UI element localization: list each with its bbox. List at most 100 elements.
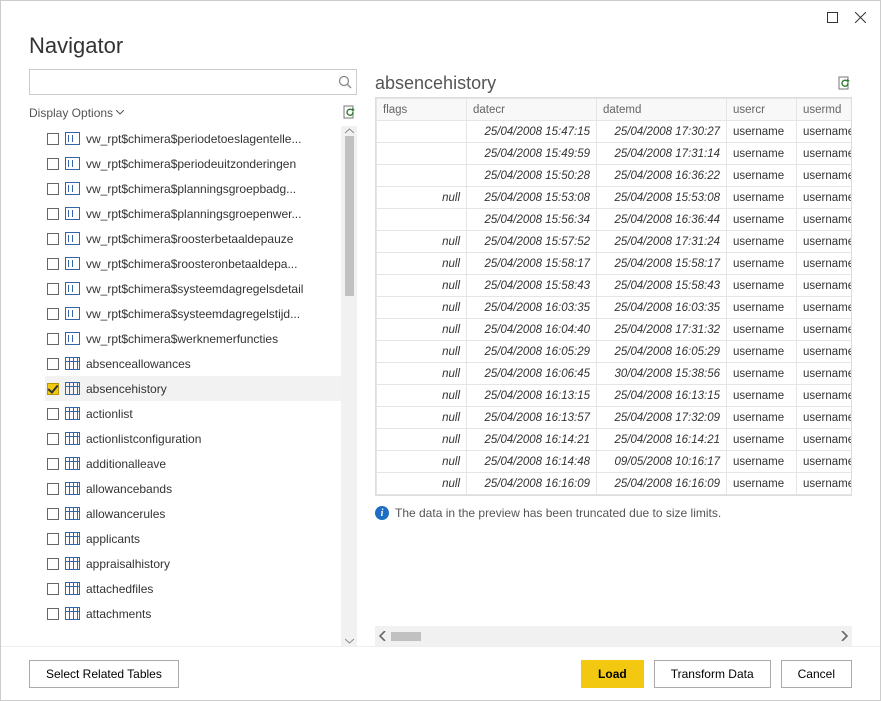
checkbox[interactable] xyxy=(47,233,59,245)
table-row[interactable]: null25/04/2008 16:13:5725/04/2008 17:32:… xyxy=(377,407,853,429)
tree-item[interactable]: actionlist xyxy=(45,401,341,426)
display-options-dropdown[interactable]: Display Options xyxy=(29,106,124,120)
tree-item[interactable]: additionalleave xyxy=(45,451,341,476)
preview-title: absencehistory xyxy=(375,73,496,94)
checkbox[interactable] xyxy=(47,408,59,420)
table-row[interactable]: null25/04/2008 15:53:0825/04/2008 15:53:… xyxy=(377,187,853,209)
load-button[interactable]: Load xyxy=(581,660,644,688)
table-row[interactable]: null25/04/2008 16:05:2925/04/2008 16:05:… xyxy=(377,341,853,363)
tree-item[interactable]: vw_rpt$chimera$planningsgroepbadg... xyxy=(45,176,341,201)
transform-data-button[interactable]: Transform Data xyxy=(654,660,771,688)
tree-item[interactable]: vw_rpt$chimera$systeemdagregelsdetail xyxy=(45,276,341,301)
search-box[interactable] xyxy=(29,69,357,95)
horizontal-scrollbar[interactable] xyxy=(375,626,852,646)
cell-usermd: username xyxy=(797,143,853,165)
preview-pane: absencehistory flagsdatecrdatemdusercrus… xyxy=(375,69,852,646)
scroll-down-icon[interactable] xyxy=(345,638,354,644)
scroll-right-icon[interactable] xyxy=(840,631,848,641)
checkbox[interactable] xyxy=(47,383,59,395)
cancel-button[interactable]: Cancel xyxy=(781,660,852,688)
table-row[interactable]: null25/04/2008 15:58:4325/04/2008 15:58:… xyxy=(377,275,853,297)
checkbox[interactable] xyxy=(47,533,59,545)
column-header[interactable]: flags xyxy=(377,99,467,121)
cell-flags: null xyxy=(377,429,467,451)
table-row[interactable]: null25/04/2008 16:16:0925/04/2008 16:16:… xyxy=(377,473,853,495)
table-row[interactable]: 25/04/2008 15:47:1525/04/2008 17:30:27us… xyxy=(377,121,853,143)
refresh-preview-icon[interactable] xyxy=(837,76,852,91)
column-header[interactable]: datecr xyxy=(467,99,597,121)
data-grid[interactable]: flagsdatecrdatemdusercrusermd 25/04/2008… xyxy=(375,97,852,496)
scroll-up-icon[interactable] xyxy=(345,128,354,134)
checkbox[interactable] xyxy=(47,258,59,270)
tree-item[interactable]: allowancerules xyxy=(45,501,341,526)
scrollbar-thumb[interactable] xyxy=(345,136,354,296)
checkbox[interactable] xyxy=(47,358,59,370)
checkbox[interactable] xyxy=(47,608,59,620)
checkbox[interactable] xyxy=(47,583,59,595)
checkbox[interactable] xyxy=(47,508,59,520)
tree-item[interactable]: attachments xyxy=(45,601,341,626)
checkbox[interactable] xyxy=(47,558,59,570)
tree-item[interactable]: vw_rpt$chimera$periodeuitzonderingen xyxy=(45,151,341,176)
table-row[interactable]: null25/04/2008 16:04:4025/04/2008 17:31:… xyxy=(377,319,853,341)
tree-item[interactable]: allowancebands xyxy=(45,476,341,501)
tree-item[interactable]: applicants xyxy=(45,526,341,551)
tree-item[interactable]: vw_rpt$chimera$werknemerfuncties xyxy=(45,326,341,351)
scroll-left-icon[interactable] xyxy=(379,631,387,641)
tree-item[interactable]: vw_rpt$chimera$systeemdagregelstijd... xyxy=(45,301,341,326)
checkbox[interactable] xyxy=(47,208,59,220)
table-row[interactable]: null25/04/2008 16:14:2125/04/2008 16:14:… xyxy=(377,429,853,451)
display-options-label: Display Options xyxy=(29,106,113,120)
table-row[interactable]: null25/04/2008 15:58:1725/04/2008 15:58:… xyxy=(377,253,853,275)
cell-datemd: 25/04/2008 17:32:09 xyxy=(597,407,727,429)
tree-list: vw_rpt$chimera$periodetoeslagentelle...v… xyxy=(45,126,341,646)
table-row[interactable]: null25/04/2008 16:14:4809/05/2008 10:16:… xyxy=(377,451,853,473)
checkbox[interactable] xyxy=(47,183,59,195)
checkbox[interactable] xyxy=(47,283,59,295)
search-icon[interactable] xyxy=(338,75,352,89)
select-related-tables-button[interactable]: Select Related Tables xyxy=(29,660,179,688)
refresh-icon[interactable] xyxy=(342,105,357,120)
checkbox[interactable] xyxy=(47,133,59,145)
checkbox[interactable] xyxy=(47,433,59,445)
checkbox[interactable] xyxy=(47,483,59,495)
tree-item[interactable]: vw_rpt$chimera$roosterbetaaldepauze xyxy=(45,226,341,251)
column-header[interactable]: usermd xyxy=(797,99,853,121)
tree-item[interactable]: appraisalhistory xyxy=(45,551,341,576)
column-header[interactable]: datemd xyxy=(597,99,727,121)
tree-item[interactable]: absencehistory xyxy=(45,376,341,401)
cell-datecr: 25/04/2008 16:14:48 xyxy=(467,451,597,473)
cell-usercr: username xyxy=(727,319,797,341)
tree-item[interactable]: vw_rpt$chimera$periodetoeslagentelle... xyxy=(45,126,341,151)
table-row[interactable]: 25/04/2008 15:49:5925/04/2008 17:31:14us… xyxy=(377,143,853,165)
info-text: The data in the preview has been truncat… xyxy=(395,506,721,520)
tree-item[interactable]: vw_rpt$chimera$planningsgroepenwer... xyxy=(45,201,341,226)
checkbox[interactable] xyxy=(47,458,59,470)
tree-item[interactable]: actionlistconfiguration xyxy=(45,426,341,451)
checkbox[interactable] xyxy=(47,158,59,170)
hscroll-thumb[interactable] xyxy=(391,632,421,641)
tree-item[interactable]: absenceallowances xyxy=(45,351,341,376)
checkbox[interactable] xyxy=(47,333,59,345)
cell-usercr: username xyxy=(727,231,797,253)
column-header[interactable]: usercr xyxy=(727,99,797,121)
table-row[interactable]: null25/04/2008 15:57:5225/04/2008 17:31:… xyxy=(377,231,853,253)
table-row[interactable]: null25/04/2008 16:13:1525/04/2008 16:13:… xyxy=(377,385,853,407)
navigator-dialog: Navigator Display Options vw_rpt$chim xyxy=(0,0,881,701)
maximize-button[interactable] xyxy=(818,7,846,27)
close-button[interactable] xyxy=(846,7,874,27)
table-row[interactable]: null25/04/2008 16:03:3525/04/2008 16:03:… xyxy=(377,297,853,319)
table-row[interactable]: 25/04/2008 15:56:3425/04/2008 16:36:44us… xyxy=(377,209,853,231)
vertical-scrollbar[interactable] xyxy=(341,126,357,646)
checkbox[interactable] xyxy=(47,308,59,320)
tree-item[interactable]: vw_rpt$chimera$roosteronbetaaldepa... xyxy=(45,251,341,276)
tree-item-label: applicants xyxy=(86,532,140,546)
tree-item[interactable]: attachedfiles xyxy=(45,576,341,601)
table-row[interactable]: null25/04/2008 16:06:4530/04/2008 15:38:… xyxy=(377,363,853,385)
view-icon xyxy=(65,182,80,195)
table-row[interactable]: 25/04/2008 15:50:2825/04/2008 16:36:22us… xyxy=(377,165,853,187)
tree-item-label: vw_rpt$chimera$roosteronbetaaldepa... xyxy=(86,257,297,271)
search-input[interactable] xyxy=(34,71,338,93)
title-bar xyxy=(1,1,880,33)
cell-datecr: 25/04/2008 15:56:34 xyxy=(467,209,597,231)
